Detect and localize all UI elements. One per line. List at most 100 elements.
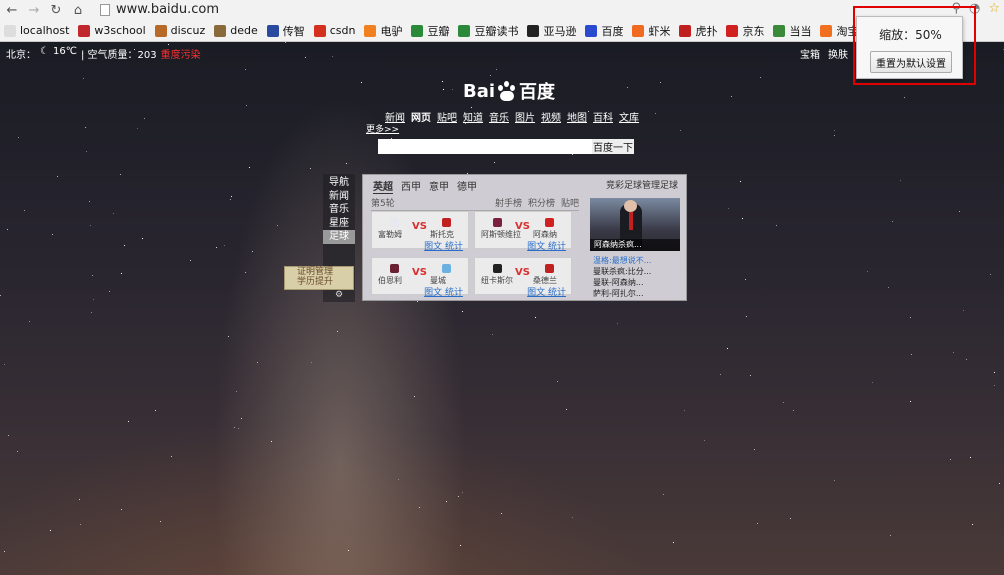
nav-link[interactable]: 贴吧: [437, 109, 457, 124]
league-tab[interactable]: 英超: [373, 178, 393, 194]
side-tab[interactable]: 导航: [323, 176, 355, 190]
nav-link[interactable]: 百科: [593, 109, 613, 124]
bookmark-item[interactable]: 亚马逊: [527, 23, 576, 39]
nav-links: 新闻 网页 贴吧 知道 音乐 图片 视频 地图 百科 文库: [385, 109, 639, 124]
bookmark-item[interactable]: 豆瓣读书: [458, 23, 518, 39]
bookmark-item[interactable]: 豆瓣: [411, 23, 449, 39]
bookmark-favicon-icon: [458, 24, 471, 37]
url-text[interactable]: www.baidu.com: [116, 2, 219, 17]
bookmark-label: 传智: [282, 24, 305, 38]
reload-icon[interactable]: ↻: [46, 1, 66, 19]
home-crest-icon: [390, 218, 399, 227]
news-item[interactable]: 萨利-阿扎尔...: [593, 288, 678, 299]
sub-tab[interactable]: 贴吧: [561, 196, 579, 209]
bookmark-favicon-icon: [214, 24, 227, 37]
vs-label: VS: [412, 267, 427, 278]
nav-link[interactable]: 知道: [463, 109, 483, 124]
nav-link[interactable]: 视频: [541, 109, 561, 124]
bookmark-favicon-icon: [364, 24, 377, 37]
sub-tab[interactable]: 积分榜: [528, 196, 555, 209]
nav-link[interactable]: 网页: [411, 109, 431, 124]
bookmark-item[interactable]: 传智: [266, 23, 305, 39]
side-tab[interactable]: 音乐: [323, 203, 355, 217]
skin-link[interactable]: 换肤: [828, 46, 848, 61]
side-tab[interactable]: 星座: [323, 217, 355, 231]
person-tie: [629, 212, 633, 230]
home-team[interactable]: 阿斯顿维拉: [481, 229, 521, 240]
bookmark-item[interactable]: 电驴: [364, 23, 402, 39]
news-item[interactable]: 曼联杀疯:比分...: [593, 266, 678, 277]
match-card[interactable]: VS 富勒姆 斯托克 图文 统计: [371, 211, 469, 252]
nav-link[interactable]: 图片: [515, 109, 535, 124]
bookmark-favicon-icon: [632, 24, 645, 37]
bookmark-item[interactable]: 虎扑: [679, 23, 717, 39]
bookmark-item[interactable]: csdn: [313, 24, 356, 37]
top-right-links: 宝箱 换肤: [800, 46, 848, 61]
news-image[interactable]: 阿森纳杀疯...: [590, 198, 680, 251]
news-caption[interactable]: 阿森纳杀疯...: [590, 239, 680, 251]
bookmark-label: 百度: [601, 24, 624, 38]
match-card[interactable]: VS 伯恩利 曼城 图文 统计: [371, 257, 469, 298]
match-card[interactable]: VS 纽卡斯尔 桑德兰 图文 统计: [474, 257, 572, 298]
nav-link[interactable]: 文库: [619, 109, 639, 124]
city-label: 北京：: [6, 50, 36, 61]
home-team[interactable]: 富勒姆: [378, 229, 402, 240]
paw-icon: [496, 81, 518, 101]
gear-icon[interactable]: ⚙: [335, 290, 343, 300]
home-icon[interactable]: ⌂: [68, 1, 88, 19]
more-link[interactable]: 更多>>: [366, 122, 399, 135]
bookmark-label: dede: [230, 24, 258, 37]
address-bar[interactable]: www.baidu.com: [100, 1, 940, 18]
bookmark-item[interactable]: discuz: [154, 24, 205, 37]
match-card[interactable]: VS 阿斯顿维拉 阿森纳 图文 统计: [474, 211, 572, 252]
ad-line2: 学历提升: [297, 277, 334, 287]
treasure-link[interactable]: 宝箱: [800, 46, 820, 61]
nav-link[interactable]: 地图: [567, 109, 587, 124]
league-tab[interactable]: 西甲: [401, 178, 421, 194]
bookmark-item[interactable]: localhost: [4, 24, 69, 37]
bookmark-item[interactable]: 虾米: [632, 23, 670, 39]
league-tab[interactable]: 德甲: [457, 178, 477, 194]
league-tab[interactable]: 意甲: [429, 178, 449, 194]
bookmark-item[interactable]: 京东: [726, 23, 764, 39]
news-item[interactable]: 曼联-阿森纳...: [593, 277, 678, 288]
away-crest-icon: [442, 218, 451, 227]
match-links[interactable]: 图文 统计: [424, 285, 463, 298]
bookmark-label: 亚马逊: [543, 24, 577, 38]
forward-arrow-icon[interactable]: →: [24, 1, 44, 19]
bookmark-item[interactable]: w3school: [78, 24, 146, 37]
match-links[interactable]: 图文 统计: [527, 285, 566, 298]
match-links[interactable]: 图文 统计: [424, 239, 463, 252]
panel-right-link[interactable]: 竞彩足球管理足球: [606, 178, 678, 191]
league-tabs: 英超 西甲 意甲 德甲: [373, 178, 477, 194]
home-team[interactable]: 纽卡斯尔: [481, 275, 513, 286]
side-tab[interactable]: 新闻: [323, 190, 355, 204]
search-button[interactable]: 百度一下: [592, 139, 634, 154]
away-crest-icon: [442, 264, 451, 273]
bookmark-label: localhost: [20, 24, 70, 37]
page-icon: [100, 3, 110, 16]
bookmark-favicon-icon: [726, 24, 739, 37]
search-input[interactable]: [378, 139, 592, 154]
bookmark-item[interactable]: 当当: [773, 23, 811, 39]
nav-link[interactable]: 音乐: [489, 109, 509, 124]
side-tab[interactable]: 足球: [323, 230, 355, 244]
football-panel: 英超 西甲 意甲 德甲 竞彩足球管理足球 第5轮 射手榜 积分榜 贴吧 VS 富勒姆 斯托克图…: [362, 174, 687, 301]
pollution-level[interactable]: 重度污染: [161, 46, 201, 61]
news-item[interactable]: 温格:最想说不...: [593, 255, 678, 266]
ad-banner[interactable]: 证明管理 学历提升: [284, 266, 354, 290]
bookmark-item[interactable]: dede: [214, 24, 258, 37]
sub-tab[interactable]: 射手榜: [495, 196, 522, 209]
back-arrow-icon[interactable]: ←: [2, 1, 22, 19]
bookmark-label: 虾米: [648, 24, 671, 38]
bookmark-label: 豆瓣读书: [474, 24, 519, 38]
round-label[interactable]: 第5轮: [371, 196, 395, 209]
home-crest-icon: [390, 264, 399, 273]
match-links[interactable]: 图文 统计: [527, 239, 566, 252]
bookmark-item[interactable]: 百度: [585, 23, 623, 39]
bookmark-label: 虎扑: [695, 24, 718, 38]
logo-text-left: Bai: [463, 80, 496, 102]
bookmark-label: csdn: [329, 24, 356, 37]
home-team[interactable]: 伯恩利: [378, 275, 402, 286]
star-icon[interactable]: ☆: [988, 1, 1000, 16]
